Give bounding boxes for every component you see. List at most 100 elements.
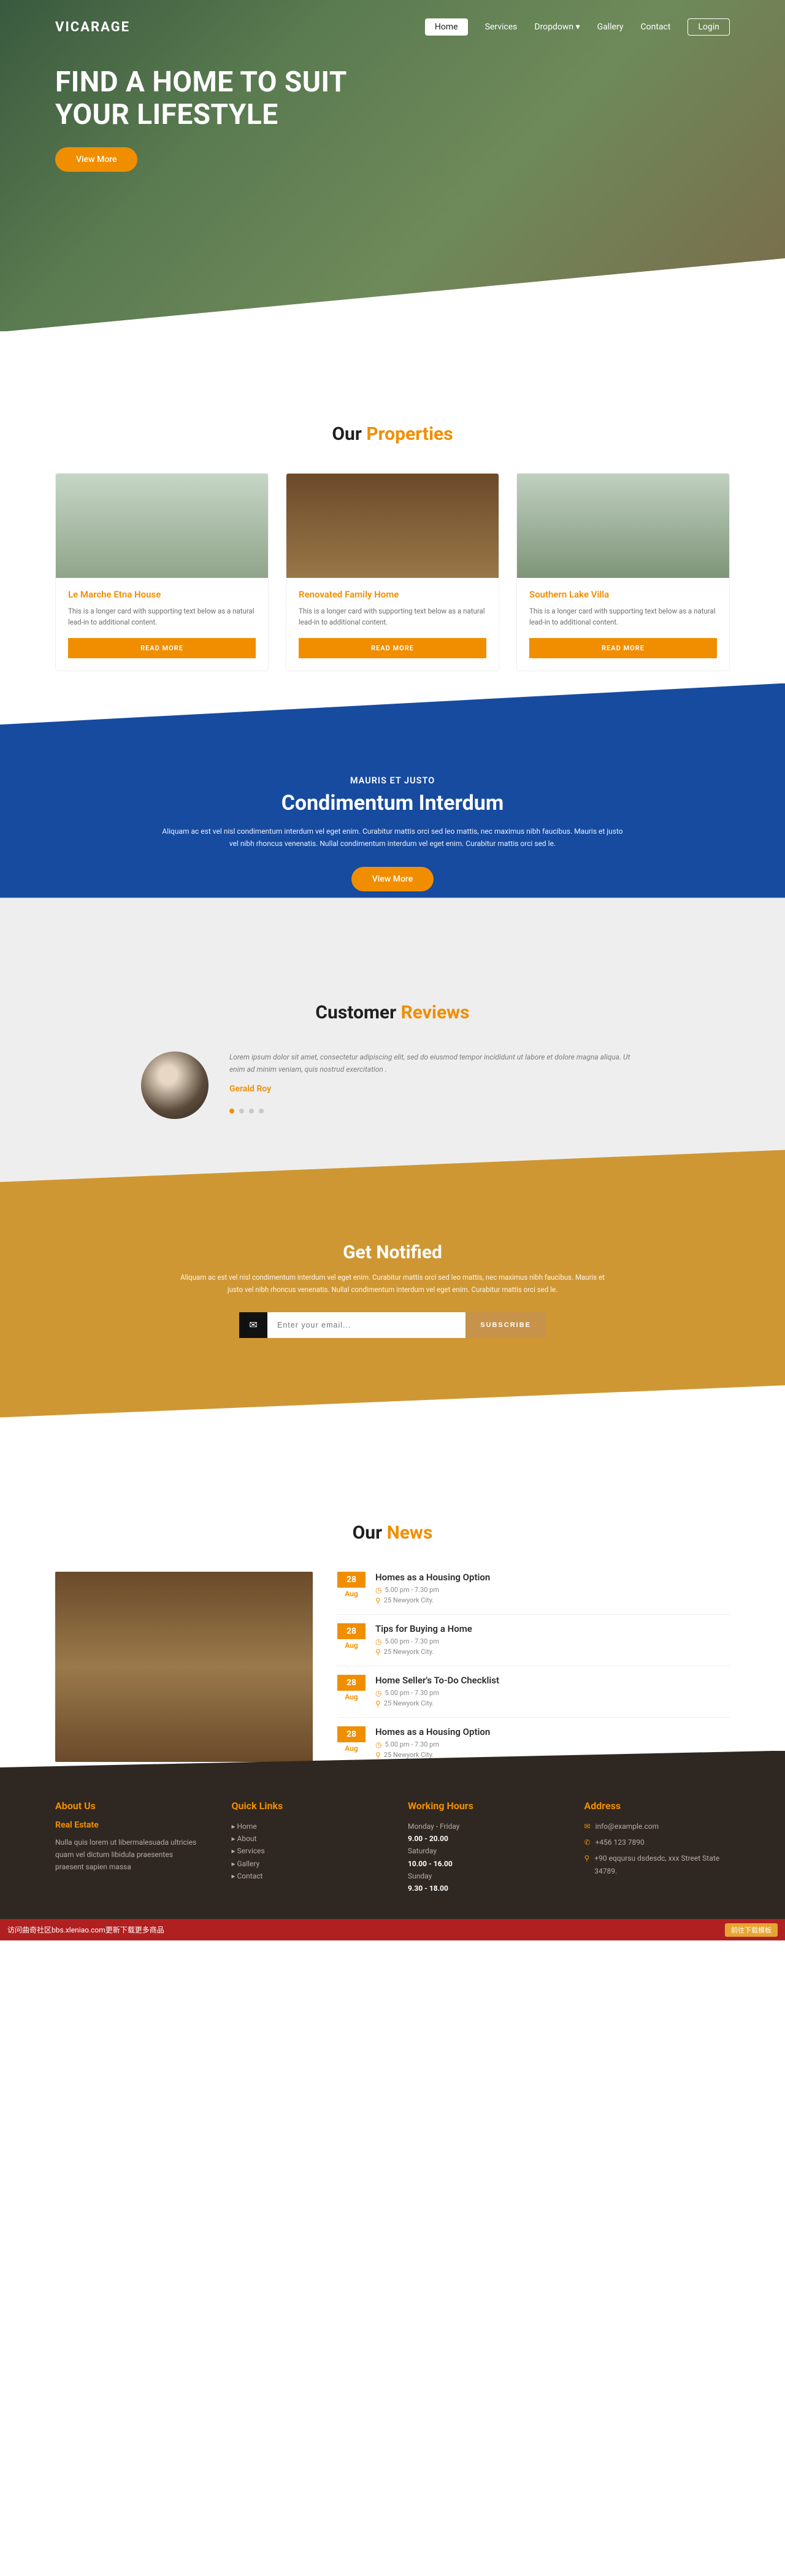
- news-time: 5.00 pm - 7.30 pm: [385, 1740, 439, 1748]
- footer-about-sub: Real Estate: [55, 1820, 201, 1830]
- news-time: 5.00 pm - 7.30 pm: [385, 1586, 439, 1594]
- reviews-title-a: Customer: [315, 1002, 400, 1023]
- news-place: 25 Newyork City.: [384, 1751, 434, 1759]
- band-title: Condimentum Interdum: [55, 791, 730, 815]
- subscribe-button[interactable]: SUBSCRIBE: [465, 1312, 546, 1338]
- top-nav: VICARAGE Home Services Dropdown Gallery …: [0, 0, 785, 36]
- hero-cta-button[interactable]: View More: [55, 147, 137, 172]
- logo[interactable]: VICARAGE: [55, 20, 130, 35]
- band-cta-button[interactable]: View More: [351, 867, 434, 891]
- footer-hours-heading: Working Hours: [408, 1800, 554, 1812]
- footer-link[interactable]: Home: [232, 1820, 378, 1832]
- hours-row: Saturday10.00 - 16.00: [408, 1845, 554, 1870]
- notify-title-a: Get: [343, 1242, 376, 1263]
- news-date: 28 Aug: [337, 1623, 366, 1658]
- news-month: Aug: [337, 1590, 366, 1598]
- notify-title: Get Notified: [55, 1242, 730, 1263]
- nav-login[interactable]: Login: [687, 18, 730, 36]
- footer-about: About Us Real Estate Nulla quis lorem ut…: [55, 1800, 201, 1895]
- footer-address-heading: Address: [584, 1800, 730, 1812]
- bottom-banner: 访问曲奇社区bbs.xleniao.com更新下载更多商品 前往下载模板: [0, 1920, 785, 1940]
- nav-dropdown[interactable]: Dropdown: [534, 22, 580, 32]
- pin-icon: ⚲: [375, 1648, 381, 1656]
- subscribe-form: ✉ SUBSCRIBE: [239, 1312, 546, 1338]
- phone-icon: ✆: [584, 1836, 591, 1848]
- property-card-desc: This is a longer card with supporting te…: [299, 606, 486, 628]
- pin-icon: ⚲: [584, 1852, 590, 1877]
- pin-icon: ⚲: [375, 1699, 381, 1708]
- notify-section: Get Notified Aliquam ac est vel nisl con…: [0, 1150, 785, 1417]
- news-item-title: Tips for Buying a Home: [375, 1623, 472, 1634]
- reviews-title-b: Reviews: [401, 1002, 470, 1023]
- carousel-dots: [229, 1109, 644, 1113]
- email-input[interactable]: [267, 1312, 465, 1338]
- property-card-desc: This is a longer card with supporting te…: [68, 606, 256, 628]
- news-day: 28: [337, 1726, 366, 1742]
- pin-icon: ⚲: [375, 1751, 381, 1759]
- carousel-dot[interactable]: [239, 1109, 244, 1113]
- hero-section: VICARAGE Home Services Dropdown Gallery …: [0, 0, 785, 331]
- banner-button[interactable]: 前往下载模板: [725, 1923, 778, 1937]
- footer-quicklinks: Quick Links HomeAboutServicesGalleryCont…: [232, 1800, 378, 1895]
- news-time: 5.00 pm - 7.30 pm: [385, 1637, 439, 1645]
- pin-icon: ⚲: [375, 1596, 381, 1605]
- mail-icon: ✉: [584, 1820, 591, 1832]
- news-item[interactable]: 28 Aug Homes as a Housing Option ◷ 5.00 p…: [337, 1572, 730, 1615]
- nav-home[interactable]: Home: [425, 18, 468, 36]
- news-section: Our News 28 Aug Homes as a Housing Optio…: [0, 1418, 785, 1812]
- banner-text: 访问曲奇社区bbs.xleniao.com更新下载更多商品: [7, 1924, 164, 1935]
- news-place: 25 Newyork City.: [384, 1596, 434, 1604]
- news-date: 28 Aug: [337, 1726, 366, 1761]
- read-more-button[interactable]: READ MORE: [299, 638, 486, 658]
- property-card-desc: This is a longer card with supporting te…: [529, 606, 717, 628]
- band-desc: Aliquam ac est vel nisl condimentum inte…: [159, 825, 626, 850]
- nav-services[interactable]: Services: [485, 22, 518, 32]
- news-title: Our News: [55, 1522, 730, 1544]
- footer-about-text: Nulla quis lorem ut libermalesuada ultri…: [55, 1836, 201, 1874]
- news-item[interactable]: 28 Aug Home Seller's To-Do Checklist ◷5.…: [337, 1675, 730, 1718]
- footer: About Us Real Estate Nulla quis lorem ut…: [0, 1751, 785, 1920]
- news-item[interactable]: 28 Aug Tips for Buying a Home ◷5.00 pm -…: [337, 1623, 730, 1666]
- property-card-title: Le Marche Etna House: [68, 589, 256, 600]
- mail-icon: ✉: [239, 1312, 267, 1338]
- news-month: Aug: [337, 1744, 366, 1753]
- news-list: 28 Aug Homes as a Housing Option ◷ 5.00 p…: [337, 1572, 730, 1769]
- news-day: 28: [337, 1675, 366, 1691]
- hero-title: FIND A HOME TO SUIT YOUR LIFESTYLE: [55, 66, 386, 131]
- news-time: 5.00 pm - 7.30 pm: [385, 1689, 439, 1697]
- news-place: 25 Newyork City.: [384, 1699, 434, 1707]
- news-image: [55, 1572, 313, 1762]
- carousel-dot[interactable]: [229, 1109, 234, 1113]
- news-item-title: Homes as a Housing Option: [375, 1726, 490, 1737]
- property-cards: Le Marche Etna House This is a longer ca…: [55, 473, 730, 671]
- hours-row: Monday - Friday9.00 - 20.00: [408, 1820, 554, 1845]
- footer-link[interactable]: About: [232, 1832, 378, 1845]
- footer-phone[interactable]: ✆+456 123 7890: [584, 1836, 730, 1848]
- clock-icon: ◷: [375, 1740, 381, 1749]
- nav-contact[interactable]: Contact: [641, 22, 671, 32]
- footer-hours: Working Hours Monday - Friday9.00 - 20.0…: [408, 1800, 554, 1895]
- news-month: Aug: [337, 1641, 366, 1650]
- review-text: Lorem ipsum dolor sit amet, consectetur …: [229, 1052, 644, 1075]
- read-more-button[interactable]: READ MORE: [529, 638, 717, 658]
- footer-link[interactable]: Services: [232, 1845, 378, 1857]
- read-more-button[interactable]: READ MORE: [68, 638, 256, 658]
- nav-gallery[interactable]: Gallery: [597, 22, 624, 32]
- property-card-title: Renovated Family Home: [299, 589, 486, 600]
- carousel-dot[interactable]: [259, 1109, 264, 1113]
- news-day: 28: [337, 1623, 366, 1639]
- property-card-title: Southern Lake Villa: [529, 589, 717, 600]
- band-kicker: MAURIS ET JUSTO: [55, 775, 730, 786]
- news-day: 28: [337, 1572, 366, 1588]
- hours-row: Sunday9.30 - 18.00: [408, 1870, 554, 1895]
- news-month: Aug: [337, 1693, 366, 1701]
- footer-link[interactable]: Contact: [232, 1870, 378, 1882]
- news-item-title: Homes as a Housing Option: [375, 1572, 490, 1583]
- properties-title: Our Properties: [55, 423, 730, 445]
- carousel-dot[interactable]: [249, 1109, 254, 1113]
- property-image: [517, 474, 729, 578]
- footer-email[interactable]: ✉info@example.com: [584, 1820, 730, 1832]
- properties-title-b: Properties: [366, 423, 453, 445]
- footer-link[interactable]: Gallery: [232, 1858, 378, 1870]
- clock-icon: ◷: [375, 1586, 381, 1594]
